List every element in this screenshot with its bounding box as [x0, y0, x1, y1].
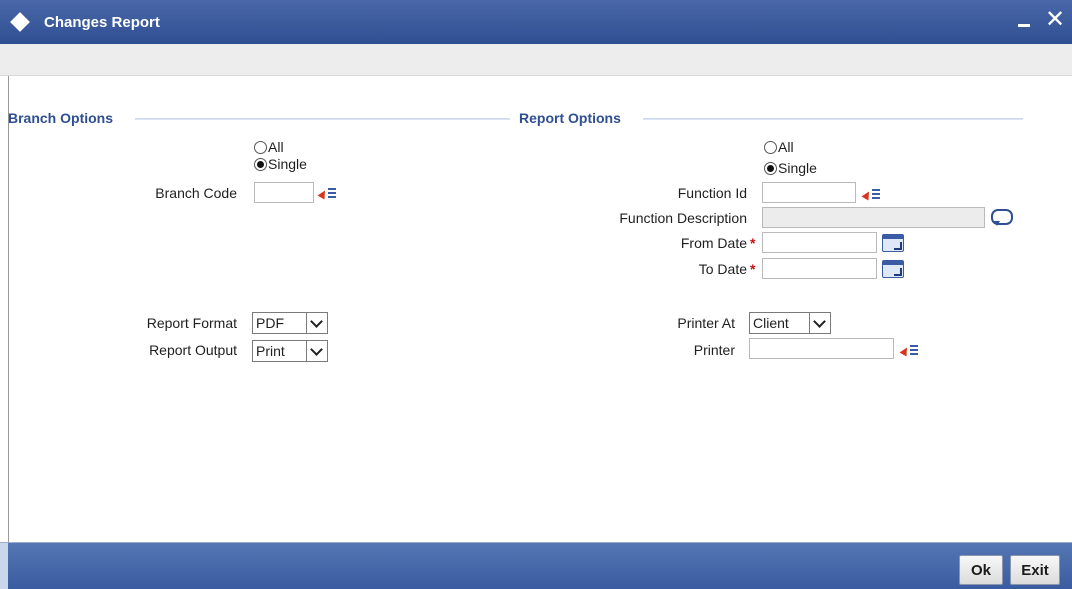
- function-id-label: Function Id: [677, 185, 747, 201]
- radio-all-indicator[interactable]: [254, 140, 267, 154]
- window-diamond-icon: [10, 12, 30, 32]
- close-icon[interactable]: ✕: [1044, 6, 1066, 34]
- report-radio-single-label: Single: [778, 160, 817, 176]
- report-format-select[interactable]: PDF: [252, 312, 328, 334]
- report-output-select[interactable]: Print: [252, 340, 328, 362]
- footer-bar: [8, 543, 1072, 589]
- radio-single-indicator[interactable]: [254, 157, 267, 171]
- from-date-required-icon: *: [750, 235, 756, 251]
- minimize-icon[interactable]: [1016, 10, 1034, 32]
- ok-button[interactable]: Ok: [959, 555, 1003, 585]
- radio-all-indicator[interactable]: [764, 140, 777, 154]
- report-options-heading: Report Options: [519, 110, 621, 126]
- toolbar-band: [0, 44, 1072, 76]
- report-radio-all-label: All: [778, 139, 794, 155]
- branch-options-heading: Branch Options: [8, 110, 114, 126]
- to-date-required-icon: *: [750, 261, 756, 277]
- report-output-label: Report Output: [149, 342, 237, 358]
- form-frame: [8, 76, 1072, 542]
- printer-input[interactable]: [749, 338, 894, 359]
- exit-button[interactable]: Exit: [1010, 555, 1060, 585]
- function-id-input[interactable]: [762, 182, 856, 203]
- radio-single-indicator[interactable]: [764, 161, 777, 175]
- to-date-input[interactable]: [762, 258, 877, 279]
- from-date-calendar-icon[interactable]: [882, 234, 904, 252]
- function-description-label: Function Description: [619, 210, 747, 226]
- from-date-label: From Date: [680, 235, 747, 251]
- report-format-value: PDF: [256, 315, 284, 331]
- chevron-down-icon[interactable]: [809, 313, 830, 333]
- branch-code-input[interactable]: [254, 182, 314, 203]
- branch-radio-all[interactable]: All: [254, 139, 284, 155]
- report-output-value: Print: [256, 343, 285, 359]
- branch-code-lov-icon[interactable]: [316, 185, 338, 203]
- description-popup-icon[interactable]: [988, 206, 1014, 228]
- printer-at-select[interactable]: Client: [749, 312, 831, 334]
- printer-label: Printer: [693, 342, 735, 358]
- function-id-lov-icon[interactable]: [860, 186, 882, 204]
- branch-options-divider: [135, 118, 510, 120]
- title-bar: Changes Report ✕: [0, 0, 1072, 44]
- branch-code-label: Branch Code: [155, 185, 237, 201]
- printer-at-value: Client: [753, 315, 789, 331]
- function-description-input: [762, 207, 985, 228]
- branch-radio-single[interactable]: Single: [254, 156, 307, 172]
- window-title: Changes Report: [44, 14, 160, 31]
- footer: Ok Exit: [0, 542, 1072, 589]
- report-radio-single[interactable]: Single: [764, 160, 817, 176]
- chevron-down-icon[interactable]: [306, 341, 327, 361]
- report-radio-all[interactable]: All: [764, 139, 794, 155]
- from-date-input[interactable]: [762, 232, 877, 253]
- printer-at-label: Printer At: [677, 315, 735, 331]
- to-date-calendar-icon[interactable]: [882, 260, 904, 278]
- to-date-label: To Date: [698, 261, 747, 277]
- branch-radio-single-label: Single: [268, 156, 307, 172]
- branch-radio-all-label: All: [268, 139, 284, 155]
- printer-lov-icon[interactable]: [898, 342, 920, 360]
- report-options-divider: [643, 118, 1023, 120]
- report-format-label: Report Format: [146, 315, 237, 331]
- chevron-down-icon[interactable]: [306, 313, 327, 333]
